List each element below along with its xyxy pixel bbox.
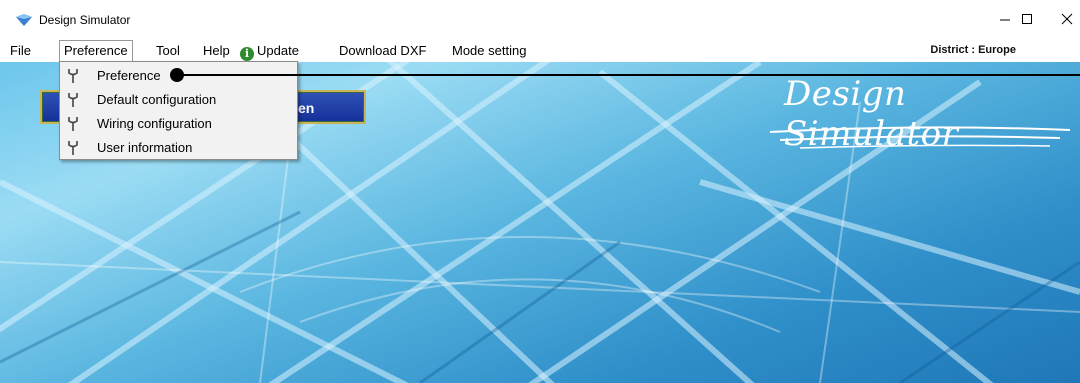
menu-update-label: Update [257,43,299,58]
callout-line [178,74,1080,76]
dropdown-item-label: Wiring configuration [97,116,212,131]
wrench-icon [68,93,78,107]
menu-tool[interactable]: Tool [152,40,184,61]
dropdown-item-label: User information [97,140,193,155]
brand-swoosh-graphic [769,126,1071,149]
app-logo-icon [16,14,32,26]
wrench-icon [68,69,78,83]
dropdown-item-default-configuration[interactable]: Default configuration [60,88,297,112]
menu-help[interactable]: Help [199,40,234,61]
callout-dot [170,68,184,82]
close-button[interactable] [1044,0,1080,38]
dropdown-item-wiring-configuration[interactable]: Wiring configuration [60,112,297,136]
start-button-label: en [298,100,315,116]
dropdown-item-label: Default configuration [97,92,217,107]
wrench-icon [68,117,78,131]
menu-file[interactable]: File [6,40,35,61]
close-icon [1061,13,1073,25]
menu-bar: File Preference Tool Help i Update Downlo… [0,40,1080,61]
menu-preference[interactable]: Preference [59,40,133,61]
menu-mode-setting[interactable]: Mode setting [448,40,530,61]
window-title: Design Simulator [39,13,131,27]
maximize-icon [1022,14,1032,24]
menu-update[interactable]: i Update [236,40,303,61]
info-icon: i [240,47,254,61]
district-label: District : Europe [930,44,1016,56]
title-bar: Design Simulator [0,0,1080,38]
dropdown-item-user-information[interactable]: User information [60,136,297,160]
wrench-icon [68,141,78,155]
menu-download-dxf[interactable]: Download DXF [335,40,430,61]
dropdown-item-label: Preference [97,68,161,83]
